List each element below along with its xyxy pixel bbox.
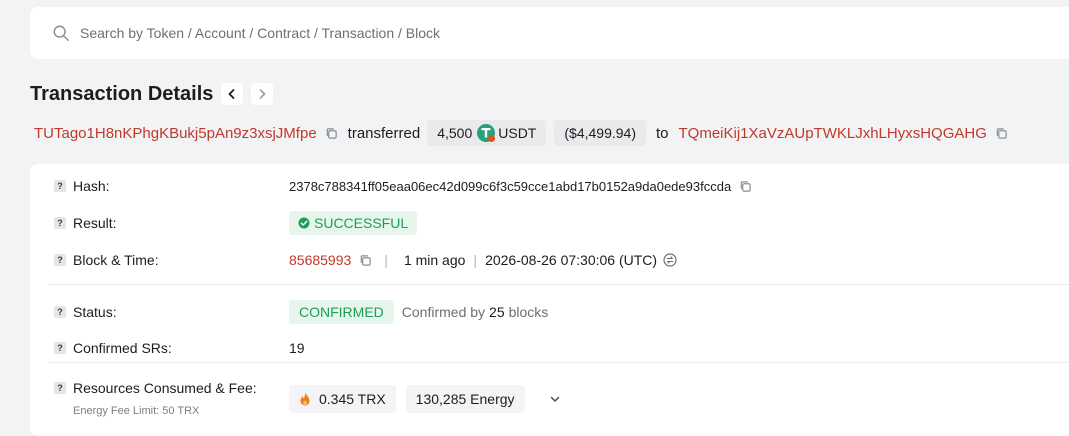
block-age: 1 min ago — [403, 252, 466, 268]
check-circle-icon — [298, 217, 310, 229]
help-icon[interactable]: ? — [54, 180, 66, 192]
confirmed-by-prefix: Confirmed by — [401, 304, 486, 320]
chevron-down-icon[interactable] — [549, 393, 561, 405]
transaction-details-card: ? Hash: 2378c788341ff05eaa06ec42d099c6f3… — [30, 164, 1069, 436]
status-badge: CONFIRMED — [289, 300, 394, 324]
result-row: ? Result: SUCCESSFUL — [30, 211, 1069, 235]
copy-icon[interactable] — [995, 127, 1008, 140]
confirmed-srs-label: Confirmed SRs: — [73, 340, 172, 356]
copy-icon[interactable] — [325, 127, 338, 140]
result-badge: SUCCESSFUL — [289, 211, 418, 235]
status-value-group: CONFIRMED Confirmed by 25 blocks — [289, 300, 548, 324]
transfer-summary: TUTago1H8nKPhgKBukj5pAn9z3xsjJMfpe trans… — [34, 120, 1018, 146]
separator: | — [384, 252, 388, 268]
fire-icon — [300, 392, 310, 406]
confirmed-by-count: 25 — [489, 304, 505, 320]
page-header: Transaction Details — [30, 80, 274, 108]
resources-value-row: 0.345 TRX 130,285 Energy — [30, 385, 1069, 413]
from-address-link[interactable]: TUTago1H8nKPhgKBukj5pAn9z3xsjJMfpe — [34, 125, 317, 142]
token-amount: 4,500 — [437, 125, 473, 141]
tether-token-icon — [477, 124, 496, 142]
search-input[interactable]: Search by Token / Account / Contract / T… — [80, 25, 440, 41]
energy-chip: 130,285 Energy — [405, 385, 525, 413]
trx-fee-chip: 0.345 TRX — [289, 385, 396, 413]
copy-icon[interactable] — [359, 254, 372, 267]
hash-label: Hash: — [73, 178, 110, 194]
resources-value-group: 0.345 TRX 130,285 Energy — [289, 385, 561, 413]
usd-value: ($4,499.94) — [564, 125, 636, 141]
separator: | — [473, 252, 478, 268]
hash-row: ? Hash: 2378c788341ff05eaa06ec42d099c6f3… — [30, 176, 1069, 196]
block-label: Block & Time: — [73, 252, 159, 268]
result-value-group: SUCCESSFUL — [289, 211, 418, 235]
confirmed-by-suffix: blocks — [508, 304, 549, 320]
search-bar[interactable]: Search by Token / Account / Contract / T… — [30, 7, 1069, 59]
hash-value: 2378c788341ff05eaa06ec42d099c6f3c59cce1a… — [289, 178, 732, 194]
divider — [48, 284, 1069, 285]
search-icon — [53, 25, 69, 41]
copy-icon[interactable] — [739, 180, 752, 193]
chevron-right-icon — [260, 89, 266, 99]
energy-value: 130,285 Energy — [415, 391, 515, 407]
token-symbol: USDT — [498, 125, 537, 141]
prev-transaction-button[interactable] — [221, 83, 244, 105]
block-value-group: 85685993 | 1 min ago | 2026-08-26 07:30:… — [289, 252, 677, 268]
status-label: Status: — [73, 304, 117, 320]
next-transaction-button[interactable] — [251, 83, 274, 105]
transferred-text: transferred — [347, 124, 421, 142]
chevron-left-icon — [229, 89, 235, 99]
hash-value-group: 2378c788341ff05eaa06ec42d099c6f3c59cce1a… — [289, 179, 762, 194]
help-icon[interactable]: ? — [54, 342, 66, 354]
confirmed-srs-value: 19 — [289, 340, 305, 356]
token-amount-chip[interactable]: 4,500 USDT — [427, 120, 547, 146]
time-convert-icon[interactable] — [663, 253, 677, 267]
help-icon[interactable]: ? — [54, 217, 66, 229]
result-value: SUCCESSFUL — [314, 215, 409, 231]
confirmed-srs-row: ? Confirmed SRs: 19 — [30, 338, 1069, 358]
trx-fee: 0.345 TRX — [319, 391, 386, 407]
help-icon[interactable]: ? — [54, 306, 66, 318]
divider — [48, 362, 1069, 363]
block-number-link[interactable]: 85685993 — [289, 252, 351, 268]
page-title: Transaction Details — [30, 82, 214, 105]
block-time: 2026-08-26 07:30:06 (UTC) — [485, 252, 658, 268]
block-row: ? Block & Time: 85685993 | 1 min ago | 2… — [30, 249, 1069, 271]
to-address-link[interactable]: TQmeiKij1XaVzAUpTWKLJxhLHyxsHQGAHG — [679, 125, 987, 142]
to-text: to — [655, 124, 669, 142]
help-icon[interactable]: ? — [54, 254, 66, 266]
result-label: Result: — [73, 215, 117, 231]
status-row: ? Status: CONFIRMED Confirmed by 25 bloc… — [30, 300, 1069, 324]
usd-value-chip: ($4,499.94) — [554, 120, 646, 146]
